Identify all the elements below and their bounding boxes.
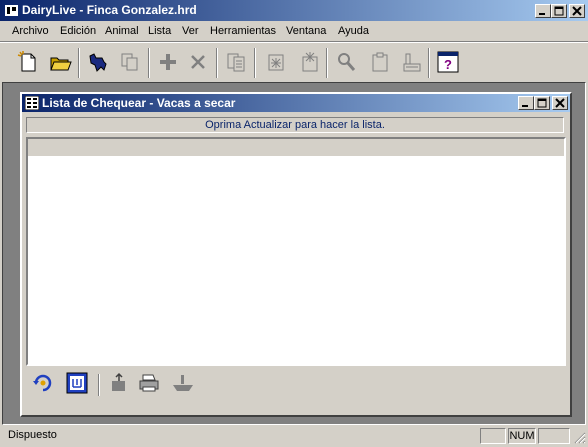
child-minimize-button[interactable] bbox=[518, 96, 534, 110]
toolbar-separator bbox=[148, 48, 150, 78]
toolbar-separator bbox=[326, 48, 328, 78]
close-icon bbox=[555, 98, 565, 108]
event-multiple-icon bbox=[302, 52, 318, 72]
status-bar: Dispuesto NUM bbox=[0, 426, 588, 446]
open-button[interactable] bbox=[46, 48, 74, 76]
maximize-icon bbox=[537, 98, 547, 108]
close-icon bbox=[572, 6, 582, 16]
app-title: DairyLive - Finca Gonzalez.hrd bbox=[22, 3, 197, 17]
maximize-icon bbox=[554, 6, 564, 16]
hint-message: Oprima Actualizar para hacer la lista. bbox=[26, 117, 564, 133]
print-icon bbox=[139, 374, 159, 392]
cow-icon bbox=[89, 53, 107, 72]
menu-ver[interactable]: Ver bbox=[182, 25, 199, 37]
status-text: Dispuesto bbox=[8, 429, 57, 441]
new-document-icon bbox=[17, 51, 36, 72]
event-icon bbox=[268, 54, 284, 71]
list-header[interactable] bbox=[28, 139, 564, 156]
minimize-icon bbox=[539, 13, 545, 15]
grid-icon bbox=[66, 372, 88, 394]
list-report-icon bbox=[227, 53, 245, 72]
help-icon: ? bbox=[437, 51, 459, 73]
checklist-window: Lista de Chequear - Vacas a secar Oprima… bbox=[20, 92, 572, 417]
menu-ventana[interactable]: Ventana bbox=[286, 25, 326, 37]
menu-archivo[interactable]: Archivo bbox=[12, 25, 49, 37]
minimize-icon bbox=[522, 105, 528, 107]
search-icon bbox=[338, 53, 356, 71]
help-button[interactable]: ? bbox=[434, 48, 462, 76]
report-button[interactable] bbox=[222, 48, 250, 76]
resize-grip[interactable] bbox=[572, 430, 586, 444]
refresh-icon bbox=[33, 374, 52, 392]
child-title: Lista de Chequear - Vacas a secar bbox=[42, 96, 236, 110]
ship-icon bbox=[173, 375, 193, 391]
toolbar-separator bbox=[98, 374, 100, 396]
toolbar-separator bbox=[216, 48, 218, 78]
clipboard-button[interactable] bbox=[366, 48, 394, 76]
main-toolbar: ? bbox=[0, 42, 588, 81]
building-button[interactable] bbox=[398, 48, 426, 76]
status-panel-scroll bbox=[538, 428, 570, 444]
toolbar-separator bbox=[254, 48, 256, 78]
clipboard-icon bbox=[372, 52, 388, 72]
add-button[interactable] bbox=[154, 48, 182, 76]
svg-text:?: ? bbox=[444, 57, 452, 72]
copy-icon bbox=[121, 53, 138, 71]
new-button[interactable] bbox=[14, 48, 42, 76]
delete-icon bbox=[191, 55, 205, 69]
export-button[interactable] bbox=[106, 370, 132, 396]
delete-button[interactable] bbox=[184, 48, 212, 76]
app-icon[interactable] bbox=[4, 3, 19, 18]
app-title-bar: DairyLive - Finca Gonzalez.hrd bbox=[0, 0, 588, 21]
event-button[interactable] bbox=[262, 48, 290, 76]
toolbar-separator bbox=[78, 48, 80, 78]
menu-ayuda[interactable]: Ayuda bbox=[338, 25, 369, 37]
event-multiple-button[interactable] bbox=[296, 48, 324, 76]
menu-bar: Archivo Edición Animal Lista Ver Herrami… bbox=[0, 21, 588, 42]
building-icon bbox=[403, 53, 421, 72]
maximize-button[interactable] bbox=[551, 4, 567, 18]
export-icon bbox=[112, 372, 125, 391]
menu-lista[interactable]: Lista bbox=[148, 25, 171, 37]
grid-window-icon[interactable] bbox=[24, 95, 40, 111]
child-close-button[interactable] bbox=[552, 96, 568, 110]
print-button[interactable] bbox=[136, 370, 162, 396]
status-panel-num: NUM bbox=[508, 428, 536, 444]
minimize-button[interactable] bbox=[535, 4, 551, 18]
menu-edicion[interactable]: Edición bbox=[60, 25, 96, 37]
search-button[interactable] bbox=[332, 48, 360, 76]
toolbar-separator bbox=[428, 48, 430, 78]
open-folder-icon bbox=[50, 57, 72, 71]
ship-button[interactable] bbox=[170, 370, 196, 396]
child-title-bar: Lista de Chequear - Vacas a secar bbox=[22, 94, 570, 112]
refresh-button[interactable] bbox=[30, 370, 56, 396]
close-button[interactable] bbox=[569, 4, 585, 18]
animal-button[interactable] bbox=[84, 48, 112, 76]
grid-button[interactable] bbox=[64, 370, 90, 396]
child-maximize-button[interactable] bbox=[534, 96, 550, 110]
menu-herramientas[interactable]: Herramientas bbox=[210, 25, 276, 37]
checklist-list[interactable] bbox=[26, 137, 566, 366]
copy-button[interactable] bbox=[116, 48, 144, 76]
add-icon bbox=[160, 54, 176, 70]
status-panel-caps bbox=[480, 428, 506, 444]
menu-animal[interactable]: Animal bbox=[105, 25, 139, 37]
